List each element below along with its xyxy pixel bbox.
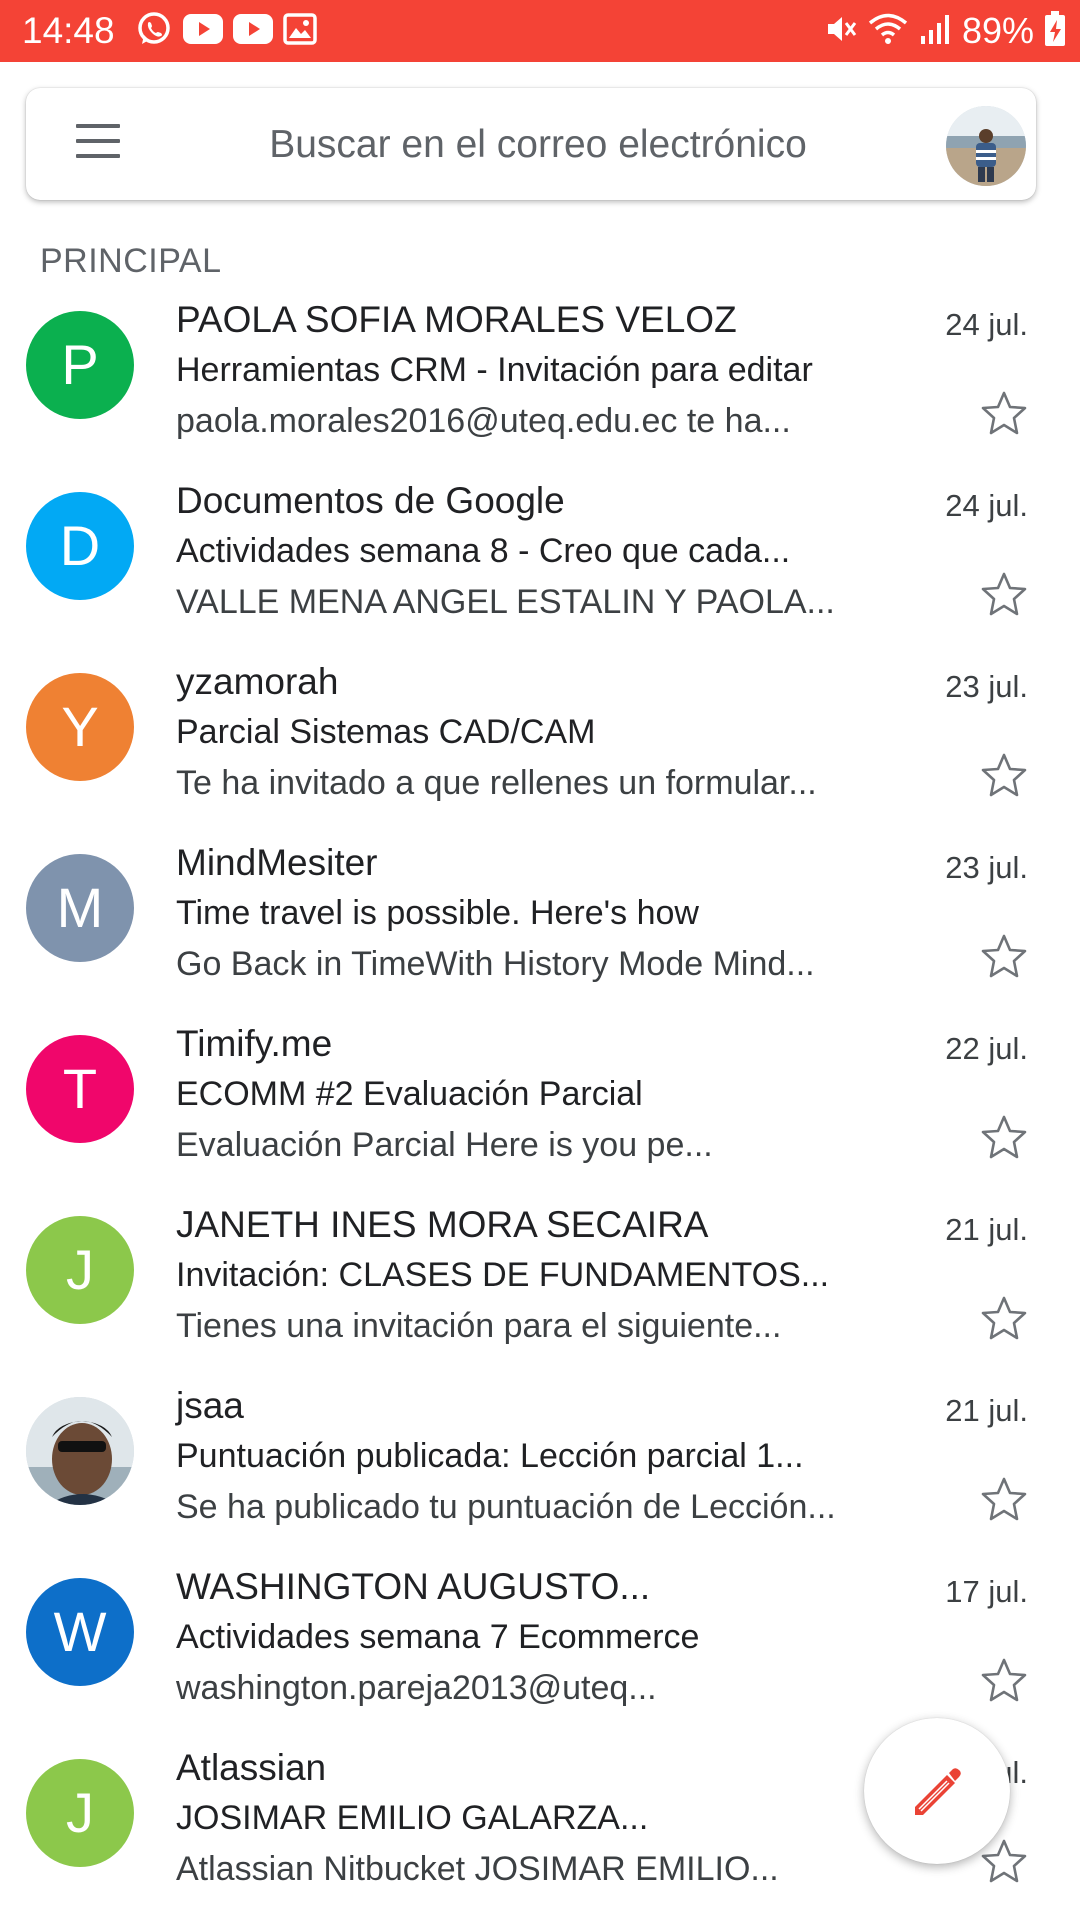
star-icon[interactable] (980, 1838, 1028, 1884)
list-item[interactable]: D Documentos de Google Actividades semana … (0, 476, 1080, 657)
email-subject: Invitación: CLASES DE FUNDAMENTOS... (176, 1256, 830, 1294)
email-snippet: Atlassian Nitbucket JOSIMAR EMILIO... (176, 1850, 779, 1888)
signal-icon (918, 12, 952, 51)
email-sender: JANETH INES MORA SECAIRA (176, 1204, 709, 1245)
star-icon[interactable] (980, 571, 1028, 617)
star-icon[interactable] (980, 1476, 1028, 1522)
list-item[interactable]: W WASHINGTON AUGUSTO... Actividades semana… (0, 1562, 1080, 1743)
notification-icons (135, 10, 317, 53)
email-date: 17 jul. (945, 1574, 1028, 1609)
star-icon[interactable] (980, 1114, 1028, 1160)
sender-avatar[interactable]: M (26, 854, 134, 962)
whatsapp-icon (135, 10, 173, 53)
email-sender: Atlassian (176, 1747, 327, 1788)
image-icon (283, 12, 317, 50)
email-date: 23 jul. (945, 850, 1028, 885)
email-snippet: Tienes una invitación para el siguiente.… (176, 1307, 782, 1345)
sender-avatar[interactable]: J (26, 1759, 134, 1867)
pencil-icon (915, 1768, 961, 1815)
list-item[interactable]: T Timify.me ECOMM #2 Evaluación Parcial Eva… (0, 1019, 1080, 1200)
sender-avatar[interactable]: W (26, 1578, 134, 1686)
sender-avatar[interactable] (26, 1397, 134, 1505)
list-item[interactable]: J JANETH INES MORA SECAIRA Invitación: CLA… (0, 1200, 1080, 1381)
sender-avatar[interactable]: P (26, 311, 134, 419)
email-subject: ECOMM #2 Evaluación Parcial (176, 1075, 643, 1113)
email-sender: PAOLA SOFIA MORALES VELOZ (176, 299, 737, 340)
email-subject: Actividades semana 8 - Creo que cada... (176, 532, 791, 570)
star-icon[interactable] (980, 1295, 1028, 1341)
account-avatar[interactable] (946, 106, 1026, 186)
email-date: 24 jul. (945, 488, 1028, 523)
battery-percent: 89% (961, 10, 1034, 51)
email-snippet: washington.pareja2013@uteq... (176, 1669, 657, 1707)
menu-icon[interactable] (76, 124, 120, 164)
compose-button[interactable] (864, 1718, 1010, 1864)
star-icon[interactable] (980, 752, 1028, 798)
email-sender: WASHINGTON AUGUSTO... (176, 1566, 651, 1607)
email-sender: Documentos de Google (176, 480, 565, 521)
sender-avatar[interactable]: Y (26, 673, 134, 781)
search-bar (26, 88, 1036, 200)
youtube-icon (183, 13, 223, 49)
email-snippet: Go Back in TimeWith History Mode Mind... (176, 945, 815, 983)
email-snippet: Evaluación Parcial Here is you pe... (176, 1126, 713, 1164)
youtube-icon (233, 13, 273, 49)
email-subject: Parcial Sistemas CAD/CAM (176, 713, 596, 751)
email-list: P PAOLA SOFIA MORALES VELOZ Herramientas C… (0, 295, 1080, 1924)
email-subject: Puntuación publicada: Lección parcial 1.… (176, 1437, 804, 1475)
email-snippet: VALLE MENA ANGEL ESTALIN Y PAOLA... (176, 583, 835, 621)
email-sender: jsaa (176, 1385, 244, 1426)
email-date: 21 jul. (945, 1212, 1028, 1247)
email-subject: Time travel is possible. Here's how (176, 894, 699, 932)
list-item[interactable]: Yyzamorah Parcial Sistemas CAD/CAM Te ha i… (0, 657, 1080, 838)
email-snippet: paola.morales2016@uteq.edu.ec te ha... (176, 402, 791, 440)
sender-avatar[interactable]: T (26, 1035, 134, 1143)
email-snippet: Te ha invitado a que rellenes un formula… (176, 764, 817, 802)
star-icon[interactable] (980, 390, 1028, 436)
wifi-icon (868, 12, 908, 51)
system-icons: 89% (824, 8, 1066, 54)
sender-avatar[interactable]: J (26, 1216, 134, 1324)
star-icon[interactable] (980, 1657, 1028, 1703)
list-item[interactable]: P PAOLA SOFIA MORALES VELOZ Herramientas C… (0, 295, 1080, 476)
search-input[interactable] (176, 116, 900, 174)
email-subject: Herramientas CRM - Invitación para edita… (176, 351, 813, 389)
email-date: 21 jul. (945, 1393, 1028, 1428)
battery-charging-icon (1044, 10, 1066, 52)
list-item[interactable]: jsaa Puntuación publicada: Lección parcia… (0, 1381, 1080, 1562)
email-sender: Timify.me (176, 1023, 333, 1064)
status-bar: 14:48 89% (0, 0, 1080, 62)
mute-icon (824, 12, 858, 51)
status-time: 14:48 (22, 10, 115, 51)
list-item[interactable]: M MindMesiter Time travel is possible. Her… (0, 838, 1080, 1019)
email-sender: yzamorah (176, 661, 339, 702)
section-label: PRINCIPAL (40, 242, 222, 280)
email-date: 23 jul. (945, 669, 1028, 704)
email-date: 22 jul. (945, 1031, 1028, 1066)
star-icon[interactable] (980, 933, 1028, 979)
sender-avatar[interactable]: D (26, 492, 134, 600)
email-snippet: Se ha publicado tu puntuación de Lección… (176, 1488, 836, 1526)
email-subject: Actividades semana 7 Ecommerce (176, 1618, 700, 1656)
email-sender: MindMesiter (176, 842, 378, 883)
email-date: 24 jul. (945, 307, 1028, 342)
email-subject: JOSIMAR EMILIO GALARZA... (176, 1799, 649, 1837)
